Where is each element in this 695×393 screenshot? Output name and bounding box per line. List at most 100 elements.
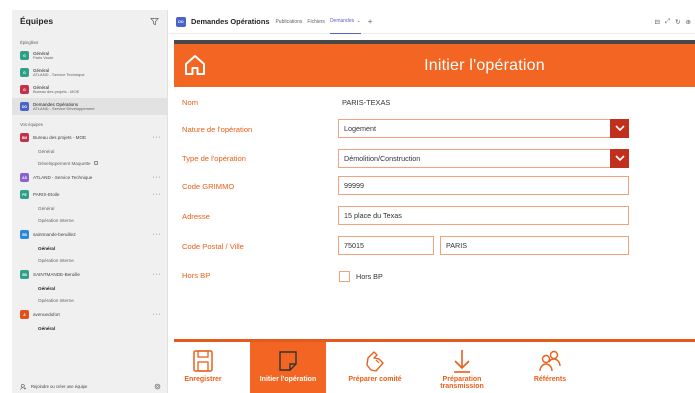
chevron-down-icon[interactable] [610, 149, 629, 168]
nature-value: Logement [344, 124, 376, 133]
grimmo-input[interactable]: 99999 [338, 176, 629, 195]
channel-label: Opération Interne [38, 257, 74, 263]
page-title: Initier l'opération [424, 56, 545, 74]
channel-label: Opération Interne [38, 297, 74, 303]
initier-operation-label: Initier l'opération [259, 376, 317, 383]
ville-input[interactable]: PARIS [440, 236, 629, 255]
note-icon [279, 351, 297, 371]
adresse-value: 15 place du Texas [344, 211, 402, 220]
meeting-icon[interactable]: ⊟ [654, 18, 659, 26]
team-name: Bureau des projets - MOE [33, 135, 87, 140]
channel-item[interactable]: Général [12, 203, 167, 215]
pinned-heading: Épinglées [20, 40, 39, 45]
preparer-comite-button[interactable]: Préparer comité [340, 342, 410, 393]
pinned-channel[interactable]: G Général ATLAND - Service Technique [12, 64, 167, 81]
app-header: Initier l'opération [174, 44, 695, 87]
tab-fichiers[interactable]: Fichiers [307, 10, 325, 34]
pinned-text: Général ATLAND - Service Technique [33, 68, 85, 78]
team-tile: SB [20, 230, 29, 239]
code-postal-value: 75015 [344, 241, 364, 250]
channel-item[interactable]: Général [12, 283, 167, 295]
channel-header: DO Demandes Opérations Publications Fich… [169, 10, 695, 34]
more-options-icon[interactable]: ··· [153, 271, 162, 278]
more-options-icon[interactable]: ··· [153, 191, 162, 198]
more-icon[interactable]: ⊕ [686, 18, 691, 26]
type-value: Démolition/Construction [344, 154, 421, 163]
initier-operation-button[interactable]: Initier l'opération [250, 342, 326, 393]
more-options-icon[interactable]: ··· [153, 134, 162, 141]
channel-label: Développement Maquette [38, 160, 91, 166]
channel-label: Général [38, 326, 56, 331]
team-row[interactable]: SB saintmande-beruille2 ··· [12, 226, 167, 243]
pinned-channel[interactable]: G Général Bureau des projets - MOE [12, 81, 167, 98]
refresh-icon[interactable]: ↻ [675, 18, 680, 26]
tab-demandes[interactable]: Demandes ⌄ [329, 10, 361, 34]
team-tile: G [20, 85, 29, 94]
more-options-icon[interactable]: ··· [153, 174, 162, 181]
channel-label: Général [38, 246, 56, 251]
nature-label: Nature de l'opération [182, 125, 253, 134]
pinned-team-name: ATLAND - Service Développement [33, 105, 95, 111]
expand-icon[interactable]: ⤢ [665, 18, 670, 26]
channel-item[interactable]: Général [12, 243, 167, 255]
pinned-text: Demandes Opérations ATLAND - Service Déve… [33, 102, 95, 112]
team-name: saintmande-beruille2 [33, 232, 76, 237]
type-label: Type de l'opération [182, 154, 246, 163]
type-dropdown[interactable]: Démolition/Construction [338, 149, 629, 168]
join-team-row[interactable]: Rejoindre ou créer une équipe [12, 379, 167, 393]
channel-label: Général [38, 149, 55, 154]
filter-icon[interactable] [150, 17, 159, 26]
team-row[interactable]: Aavenuedufort ··· [12, 306, 167, 323]
operation-form: Nom PARIS-TEXAS Nature de l'opération Lo… [174, 87, 695, 339]
team-row[interactable]: SB SAINTMANDE-Beruille ··· [12, 266, 167, 283]
team-tile: G [20, 51, 29, 60]
pinned-channel[interactable]: DO Demandes Opérations ATLAND - Service Dé… [12, 98, 167, 115]
preparation-transmission-button[interactable]: Préparation transmission [428, 342, 496, 393]
team-avatar: DO [176, 16, 186, 27]
teams-sidebar: Équipes Épinglées G Général Paris Voute G Gé… [12, 10, 168, 393]
teams-heading: Vos équipes [20, 122, 43, 127]
settings-gear-icon[interactable] [154, 383, 161, 390]
pinned-team-name: Paris Voute [33, 54, 54, 60]
sidebar-header: Équipes [12, 10, 167, 32]
channel-item[interactable]: Général [12, 323, 167, 335]
tab-demandes-label: Demandes [329, 17, 355, 24]
team-row[interactable]: AS ATLAND - Service Technique ··· [12, 169, 167, 186]
save-icon [193, 350, 213, 372]
nature-dropdown[interactable]: Logement [338, 119, 629, 138]
cp-ville-label: Code Postal / Ville [182, 242, 244, 251]
nom-label: Nom [182, 98, 199, 107]
team-name: SAINTMANDE-Beruille [33, 272, 80, 277]
team-name: PARIS-Etoile [33, 192, 60, 197]
team-tile: AS [20, 173, 29, 182]
hors-bp-checkbox[interactable] [339, 271, 350, 282]
team-tile: G [20, 68, 29, 77]
hors-bp-label: Hors BP [182, 271, 211, 280]
adresse-input[interactable]: 15 place du Texas [338, 206, 629, 225]
pinned-channel[interactable]: G Général Paris Voute [12, 47, 167, 64]
team-row[interactable]: PE PARIS-Etoile ··· [12, 186, 167, 203]
pinned-text: Général Paris Voute [33, 51, 53, 61]
channel-item[interactable]: Opération Interne [12, 295, 167, 307]
chevron-down-icon[interactable] [610, 119, 629, 138]
referents-button[interactable]: Référents [520, 342, 580, 393]
more-options-icon[interactable]: ··· [153, 231, 162, 238]
team-row[interactable]: BM Bureau des projets - MOE ··· [12, 129, 167, 146]
more-options-icon[interactable]: ··· [153, 311, 162, 318]
channel-item[interactable]: Opération Interne [12, 255, 167, 267]
pinned-text: Général Bureau des projets - MOE [33, 85, 79, 95]
team-tile: DO [20, 102, 29, 111]
team-name: ATLAND - Service Technique [33, 175, 93, 180]
tab-publications[interactable]: Publications [275, 10, 302, 34]
channel-item[interactable]: Opération Interne [12, 215, 167, 227]
channel-item[interactable]: Développement Maquette [12, 158, 167, 170]
team-name: avenuedufort [33, 312, 60, 317]
channel-item[interactable]: Général [12, 146, 167, 158]
add-tab-icon[interactable]: + [368, 17, 373, 26]
channel-label: Général [38, 206, 55, 211]
code-postal-input[interactable]: 75015 [338, 236, 434, 255]
save-button[interactable]: Enregistrer [178, 342, 228, 393]
team-tile: A [20, 310, 29, 319]
channel-label: Opération Interne [38, 217, 74, 223]
header-actions: ⊟ ⤢ ↻ ⊕ [654, 10, 691, 34]
